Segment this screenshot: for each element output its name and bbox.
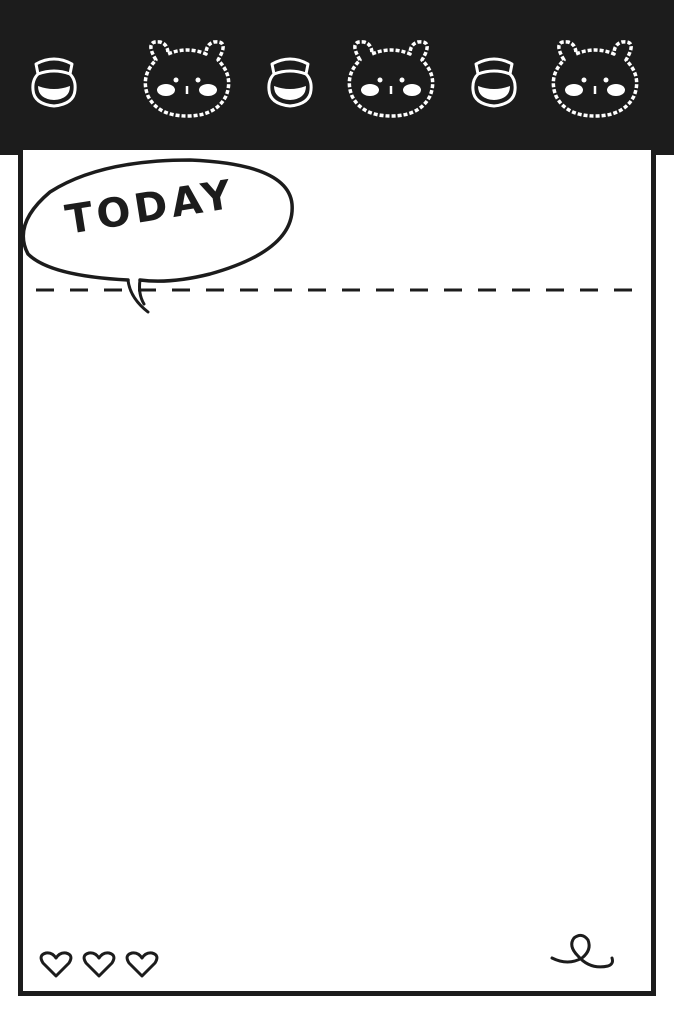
hearts-row	[39, 951, 159, 978]
heart-icon	[125, 951, 159, 978]
heart-icon	[39, 951, 73, 978]
heart-icon	[82, 951, 116, 978]
bear-face-icon	[143, 40, 231, 118]
jam-jar-icon	[267, 57, 313, 108]
bear-face-icon	[551, 40, 639, 118]
header-banner	[0, 0, 674, 155]
jam-jar-icon	[471, 57, 517, 108]
loop-doodle-icon	[550, 933, 614, 969]
bear-face-icon	[347, 40, 435, 118]
jam-jar-icon	[31, 57, 77, 108]
